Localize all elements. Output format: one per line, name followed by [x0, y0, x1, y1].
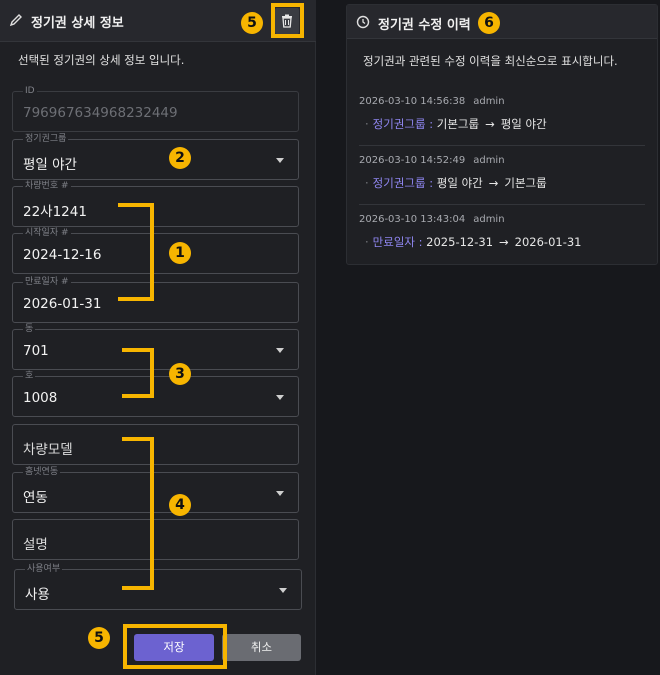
group-select[interactable]: 정기권그룹 평일 야간	[12, 134, 299, 180]
car-type-label: 홈넷연동	[23, 467, 61, 477]
start-date-value: 2024-12-16	[23, 247, 102, 263]
pencil-icon	[9, 14, 22, 27]
detail-title: 정기권 상세 정보	[31, 16, 124, 31]
car-model-placeholder: 차량모델	[23, 442, 73, 458]
history-user: admin	[473, 155, 505, 166]
cancel-button[interactable]: 취소	[222, 634, 301, 661]
car-number-label: 차량번호 #	[23, 181, 71, 191]
car-type-select[interactable]: 홈넷연동 연동	[12, 467, 299, 513]
bullet-dot: ·	[365, 117, 369, 131]
memo-placeholder: 설명	[23, 537, 48, 553]
car-number-value: 22사1241	[23, 204, 87, 220]
annotation-badge-1: 1	[169, 242, 191, 264]
history-header: 정기권 수정 이력	[347, 5, 657, 39]
memo-field[interactable]: 설명	[12, 519, 299, 560]
car-number-field[interactable]: 차량번호 # 22사1241	[12, 181, 299, 227]
history-key: 만료일자 :	[372, 235, 423, 249]
bullet-dot: ·	[365, 235, 369, 249]
bullet-dot: ·	[365, 176, 369, 190]
highlight-box-delete	[271, 3, 304, 38]
history-key: 정기권그룹 :	[372, 117, 434, 131]
history-description: 정기권과 관련된 수정 이력을 최신순으로 표시합니다.	[363, 54, 618, 68]
dong-label: 동	[23, 324, 36, 334]
arrow-right-icon: →	[488, 176, 499, 190]
history-timestamp: 2026-03-10 14:52:49	[359, 155, 466, 166]
end-date-field[interactable]: 만료일자 # 2026-01-31	[12, 277, 299, 323]
detail-description: 선택된 정기권의 상세 정보 입니다.	[18, 53, 185, 67]
chevron-down-icon	[276, 491, 284, 496]
end-date-label: 만료일자 #	[23, 277, 71, 287]
history-to: 평일 야간	[500, 117, 547, 131]
history-item: 2026-03-10 14:52:49 admin · 정기권그룹 : 평일 야간 →…	[359, 155, 645, 215]
annotation-badge-3: 3	[169, 363, 191, 385]
divider	[359, 204, 645, 205]
divider	[359, 145, 645, 146]
history-from: 기본그룹	[436, 117, 480, 131]
bracket-group-1	[118, 203, 154, 301]
history-to: 기본그룹	[504, 176, 547, 190]
bracket-group-3	[122, 348, 154, 398]
annotation-badge-6: 6	[478, 12, 500, 34]
group-value: 평일 야간	[23, 157, 77, 173]
car-type-value: 연동	[23, 490, 48, 506]
annotation-badge-4: 4	[169, 494, 191, 516]
arrow-right-icon: →	[485, 117, 495, 131]
id-field: ID 796967634968232449	[12, 86, 299, 132]
ho-value: 1008	[23, 390, 58, 406]
use-yn-value: 사용	[25, 587, 50, 603]
history-to: 2026-01-31	[514, 235, 582, 249]
annotation-badge-5: 5	[241, 12, 263, 34]
detail-header: 정기권 상세 정보	[0, 0, 316, 42]
use-yn-select[interactable]: 사용여부 사용	[14, 564, 302, 610]
history-title: 정기권 수정 이력	[378, 18, 471, 33]
history-from: 평일 야간	[436, 176, 483, 190]
history-panel: 정기권 수정 이력 정기권과 관련된 수정 이력을 최신순으로 표시합니다. 2…	[346, 4, 658, 265]
chevron-down-icon	[276, 395, 284, 400]
highlight-box-save	[123, 624, 227, 669]
history-key: 정기권그룹 :	[372, 176, 434, 190]
arrow-right-icon: →	[499, 235, 509, 249]
dong-value: 701	[23, 343, 49, 359]
dong-select[interactable]: 동 701	[12, 324, 299, 370]
ho-label: 호	[23, 371, 36, 381]
end-date-value: 2026-01-31	[23, 296, 102, 312]
start-date-field[interactable]: 시작일자 # 2024-12-16	[12, 228, 299, 274]
history-item: 2026-03-10 13:43:04 admin · 만료일자 : 2025-12…	[359, 214, 645, 274]
history-timestamp: 2026-03-10 14:56:38	[359, 96, 466, 107]
history-timestamp: 2026-03-10 13:43:04	[359, 214, 466, 225]
group-label: 정기권그룹	[23, 134, 69, 144]
ticket-detail-panel: 정기권 상세 정보 선택된 정기권의 상세 정보 입니다. ID 7969676…	[0, 0, 316, 675]
chevron-down-icon	[276, 348, 284, 353]
id-value: 796967634968232449	[23, 105, 178, 121]
ho-select[interactable]: 호 1008	[12, 371, 299, 417]
id-label: ID	[23, 86, 37, 96]
bracket-group-4	[122, 437, 154, 590]
start-date-label: 시작일자 #	[23, 228, 71, 238]
history-from: 2025-12-31	[426, 235, 494, 249]
clock-icon	[356, 15, 370, 29]
chevron-down-icon	[279, 588, 287, 593]
chevron-down-icon	[276, 158, 284, 163]
history-user: admin	[473, 214, 505, 225]
history-item: 2026-03-10 14:56:38 admin · 정기권그룹 : 기본그룹 → 평…	[359, 96, 645, 156]
history-user: admin	[473, 96, 505, 107]
use-yn-label: 사용여부	[25, 564, 63, 574]
car-model-field[interactable]: 차량모델	[12, 424, 299, 465]
annotation-badge-5b: 5	[88, 627, 110, 649]
annotation-badge-2: 2	[169, 147, 191, 169]
